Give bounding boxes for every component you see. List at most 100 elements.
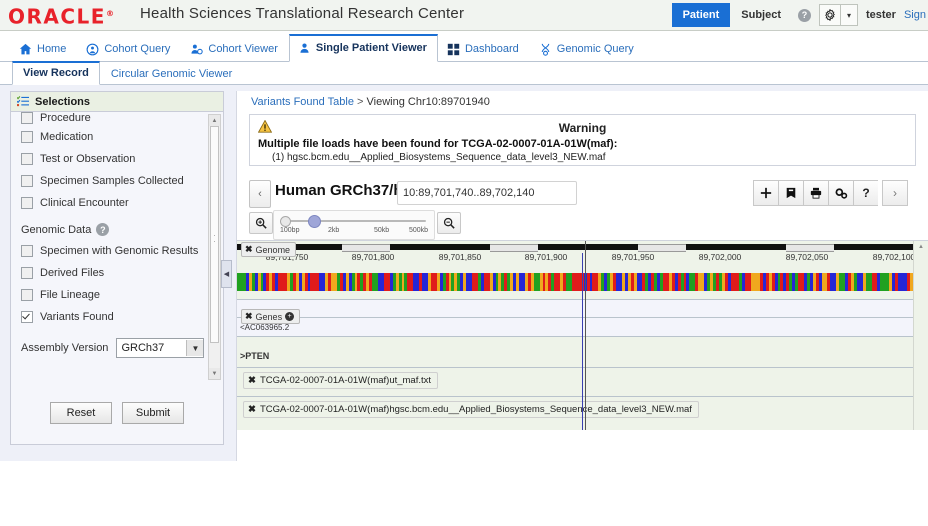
file-track-chip-2[interactable]: ✖ TCGA-02-0007-01A-01W(maf)hgsc.bcm.edu_… bbox=[243, 401, 699, 418]
breadcrumb-separator: > bbox=[357, 96, 364, 108]
ruler-label-6: 89,702,050 bbox=[785, 252, 829, 262]
scrollbar-up-arrow-icon[interactable]: ▲ bbox=[209, 115, 220, 126]
checkbox-procedure[interactable] bbox=[21, 112, 33, 124]
global-header: ORACLE® Health Sciences Translational Re… bbox=[0, 0, 928, 31]
zoom-slider-knob-min[interactable] bbox=[280, 216, 291, 227]
center-guide-line bbox=[585, 241, 586, 430]
tab-circular-genomic-viewer[interactable]: Circular Genomic Viewer bbox=[100, 63, 243, 85]
close-icon[interactable]: ✖ bbox=[248, 404, 256, 415]
zoom-slider[interactable]: 100bp 2kb 50kb 500kb bbox=[273, 210, 435, 240]
reset-button[interactable]: Reset bbox=[50, 402, 112, 424]
gene-accession-label: <AC063965.2 bbox=[240, 323, 290, 332]
file-track-chip-1[interactable]: ✖ TCGA-02-0007-01A-01W(maf)ut_maf.txt bbox=[243, 372, 439, 389]
track-label-genes[interactable]: ✖ Genes + bbox=[241, 309, 301, 324]
nav-item-cohort-viewer-label: Cohort Viewer bbox=[208, 43, 278, 55]
zoom-out-icon[interactable] bbox=[437, 212, 461, 234]
nav-item-single-patient-viewer-label: Single Patient Viewer bbox=[315, 42, 427, 54]
home-icon bbox=[19, 43, 32, 56]
patient-toggle[interactable]: Patient bbox=[671, 3, 731, 27]
previous-view-button[interactable]: ‹ bbox=[249, 180, 271, 208]
checkbox-file-lineage-label: File Lineage bbox=[40, 289, 100, 301]
ruler-label-2: 89,701,850 bbox=[438, 252, 482, 262]
assembly-version-select[interactable]: GRCh37 ▼ bbox=[116, 338, 205, 358]
help-question-icon[interactable]: ? bbox=[853, 180, 878, 206]
signout-link[interactable]: Sign bbox=[904, 9, 926, 21]
checkbox-row-clinical-encounter[interactable]: Clinical Encounter bbox=[17, 192, 209, 214]
checkbox-specimen-samples-collected-label: Specimen Samples Collected bbox=[40, 175, 184, 187]
checkbox-clinical-encounter[interactable] bbox=[21, 197, 33, 209]
record-content-panel: Variants Found Table > Viewing Chr10:897… bbox=[236, 91, 928, 461]
zoom-tick-2: 50kb bbox=[374, 227, 390, 234]
submit-button[interactable]: Submit bbox=[122, 402, 184, 424]
subject-toggle[interactable]: Subject bbox=[730, 3, 792, 27]
main-navigation: Home Cohort Query Cohort Viewer Single P… bbox=[0, 31, 928, 62]
bookmark-icon[interactable] bbox=[778, 180, 803, 206]
print-icon[interactable] bbox=[803, 180, 828, 206]
checkbox-specimen-samples-collected[interactable] bbox=[21, 175, 33, 187]
breadcrumb-link-variants-found-table[interactable]: Variants Found Table bbox=[251, 96, 354, 108]
checkbox-row-test-or-observation[interactable]: Test or Observation bbox=[17, 148, 209, 170]
next-view-button[interactable]: › bbox=[882, 180, 908, 206]
help-icon[interactable]: ? bbox=[798, 8, 811, 22]
checkbox-row-specimen-with-genomic-results[interactable]: Specimen with Genomic Results bbox=[17, 240, 209, 262]
chevron-down-icon[interactable]: ▼ bbox=[186, 340, 204, 356]
settings-gears-icon[interactable] bbox=[828, 180, 853, 206]
track-divider-5 bbox=[237, 396, 913, 397]
checkbox-variants-found-label: Variants Found bbox=[40, 311, 114, 323]
genomic-data-help-icon[interactable]: ? bbox=[96, 223, 110, 236]
checkbox-row-derived-files[interactable]: Derived Files bbox=[17, 262, 209, 284]
close-icon[interactable]: ✖ bbox=[245, 244, 253, 255]
add-track-icon[interactable]: + bbox=[285, 312, 295, 321]
checkbox-row-file-lineage[interactable]: File Lineage bbox=[17, 284, 209, 306]
selections-scrollbar[interactable]: ▲ ▼ bbox=[208, 114, 221, 380]
nav-item-dashboard-label: Dashboard bbox=[464, 43, 519, 55]
zoom-in-icon[interactable] bbox=[249, 212, 273, 234]
zoom-slider-ticks: 100bp 2kb 50kb 500kb bbox=[274, 227, 434, 237]
genome-tracks: 89,701,750 89,701,800 89,701,850 89,701,… bbox=[237, 240, 928, 430]
nav-item-dashboard[interactable]: Dashboard bbox=[438, 36, 530, 62]
tab-view-record[interactable]: View Record bbox=[12, 61, 100, 85]
application-root: ORACLE® Health Sciences Translational Re… bbox=[0, 0, 928, 526]
close-icon[interactable]: ✖ bbox=[245, 311, 253, 322]
track-label-genome[interactable]: ✖ Genome bbox=[241, 242, 297, 257]
genome-browser-scrollbar[interactable]: ▲ bbox=[913, 241, 928, 430]
checkbox-file-lineage[interactable] bbox=[21, 289, 33, 301]
assembly-version-label: Assembly Version bbox=[21, 342, 109, 354]
warning-title: Warning bbox=[558, 121, 607, 135]
scrollbar-thumb[interactable] bbox=[210, 126, 219, 343]
ruler-label-1: 89,701,800 bbox=[351, 252, 395, 262]
user-menu-caret-icon[interactable]: ▾ bbox=[841, 4, 858, 26]
file-track-chip-1-label: TCGA-02-0007-01A-01W(maf)ut_maf.txt bbox=[259, 375, 432, 386]
plus-icon[interactable] bbox=[753, 180, 778, 206]
location-input-value: 10:89,701,740..89,702,140 bbox=[403, 187, 535, 199]
close-icon[interactable]: ✖ bbox=[248, 375, 256, 386]
checkbox-specimen-with-genomic-results[interactable] bbox=[21, 245, 33, 257]
checkbox-row-specimen-samples-collected[interactable]: Specimen Samples Collected bbox=[17, 170, 209, 192]
scrollbar-down-arrow-icon[interactable]: ▼ bbox=[209, 368, 220, 379]
collapse-panel-handle[interactable]: ◀ bbox=[221, 260, 232, 288]
nav-item-cohort-viewer[interactable]: Cohort Viewer bbox=[181, 36, 289, 62]
location-input[interactable]: 10:89,701,740..89,702,140 bbox=[397, 181, 577, 205]
position-cursor-line bbox=[582, 253, 583, 430]
nav-item-genomic-query[interactable]: Genomic Query bbox=[530, 36, 645, 62]
assembly-version-row: Assembly Version GRCh37 ▼ bbox=[17, 328, 209, 358]
checkbox-clinical-encounter-label: Clinical Encounter bbox=[40, 197, 129, 209]
checkbox-row-medication[interactable]: Medication bbox=[17, 126, 209, 148]
oracle-logo: ORACLE® bbox=[8, 4, 115, 27]
nav-item-cohort-query[interactable]: Cohort Query bbox=[77, 36, 181, 62]
sub-tabs: View Record Circular Genomic Viewer bbox=[0, 61, 928, 85]
checkbox-medication[interactable] bbox=[21, 131, 33, 143]
checkbox-test-or-observation[interactable] bbox=[21, 153, 33, 165]
scrollbar-up-arrow-icon[interactable]: ▲ bbox=[914, 241, 928, 253]
nav-item-single-patient-viewer[interactable]: Single Patient Viewer bbox=[288, 34, 438, 62]
nav-item-home[interactable]: Home bbox=[10, 36, 77, 62]
cohort-viewer-icon bbox=[190, 43, 204, 56]
checkbox-variants-found[interactable] bbox=[21, 311, 33, 323]
gear-icon[interactable] bbox=[819, 4, 841, 26]
checkbox-row-variants-found[interactable]: Variants Found bbox=[17, 306, 209, 328]
checkbox-procedure-label: Procedure bbox=[40, 112, 91, 124]
gear-glyph bbox=[825, 9, 835, 21]
checkbox-row-procedure[interactable]: Procedure bbox=[17, 112, 209, 126]
selections-panel: Selections Procedure Medication Test or … bbox=[10, 91, 224, 445]
checkbox-derived-files[interactable] bbox=[21, 267, 33, 279]
